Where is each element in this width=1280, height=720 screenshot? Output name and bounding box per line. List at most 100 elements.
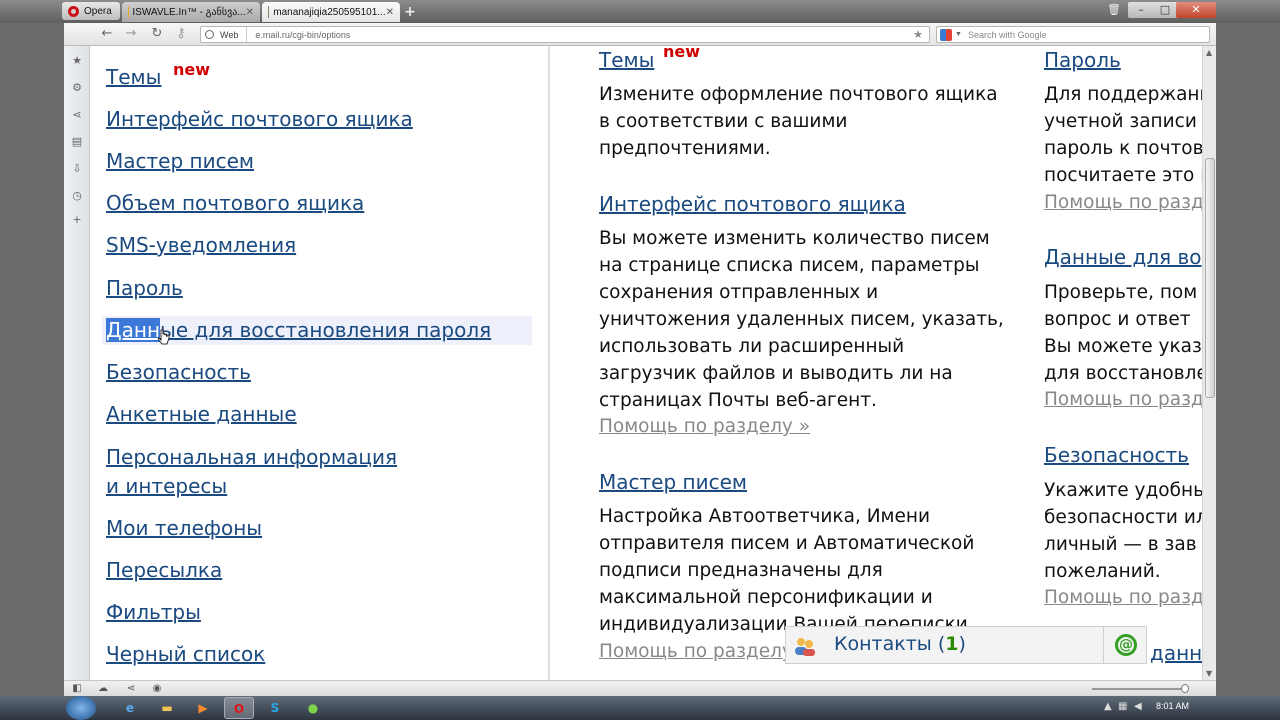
menu-item-label-line1: Персональная информация bbox=[106, 445, 397, 469]
navigation-bar: ← → ↻ ⚷ Web e.mail.ru/cgi-bin/options ★ … bbox=[64, 23, 1216, 46]
new-tab-button[interactable]: + bbox=[402, 4, 418, 20]
section-title-security[interactable]: Безопасность bbox=[1044, 441, 1189, 469]
maximize-button[interactable]: □ bbox=[1152, 2, 1178, 18]
browser-tab-iswavle[interactable]: ISWAVLE.In™ - განსვა... ✕ bbox=[122, 2, 260, 22]
menu-item-security[interactable]: Безопасность bbox=[106, 358, 251, 387]
menu-item-my-phones[interactable]: Мои телефоны bbox=[106, 514, 262, 543]
scroll-up-arrow-icon[interactable]: ▲ bbox=[1206, 48, 1212, 57]
web-badge[interactable]: Web bbox=[201, 27, 248, 42]
menu-item-themes[interactable]: Темы bbox=[106, 63, 161, 92]
web-badge-label: Web bbox=[220, 29, 239, 40]
menu-item-profile-data[interactable]: Анкетные данные bbox=[106, 400, 297, 429]
bookmark-star-icon[interactable]: ★ bbox=[913, 28, 923, 41]
downloads-icon[interactable]: ⇩ bbox=[70, 162, 84, 176]
menu-item-mailbox-interface[interactable]: Интерфейс почтового ящика bbox=[106, 105, 413, 134]
turbo-icon[interactable]: ◉ bbox=[150, 682, 164, 695]
tab-label: mananajiqia250595101... bbox=[273, 6, 386, 18]
start-button[interactable] bbox=[66, 696, 96, 720]
close-tab-icon[interactable]: ✕ bbox=[386, 7, 394, 18]
forward-arrow-icon[interactable]: → bbox=[122, 26, 140, 42]
menu-item-personal-info[interactable]: Персональная информация и интересы bbox=[106, 443, 397, 501]
help-link[interactable]: Помощь по разд bbox=[1044, 386, 1202, 413]
help-link[interactable]: Помощь по разд bbox=[1044, 189, 1202, 216]
menu-item-filters[interactable]: Фильтры bbox=[106, 598, 201, 627]
help-link[interactable]: Помощь по разд bbox=[1044, 584, 1202, 611]
reload-icon[interactable]: ↻ bbox=[148, 26, 166, 42]
menu-item-password[interactable]: Пароль bbox=[106, 274, 183, 303]
options-menu: Темы new Интерфейс почтового ящика Масте… bbox=[90, 46, 550, 680]
address-field[interactable]: Web e.mail.ru/cgi-bin/options ★ bbox=[200, 26, 930, 43]
menu-item-sms-notifications[interactable]: SMS-уведомления bbox=[106, 231, 296, 260]
tray-network-icon[interactable]: ▦ bbox=[1118, 701, 1127, 712]
cloud-icon[interactable]: ☁ bbox=[96, 682, 110, 695]
search-input[interactable]: ▼ Search with Google bbox=[936, 26, 1210, 43]
zoom-slider-thumb[interactable] bbox=[1181, 684, 1189, 693]
opera-menu-label: Opera bbox=[84, 5, 112, 17]
minimize-button[interactable]: – bbox=[1128, 2, 1154, 18]
scroll-down-arrow-icon[interactable]: ▼ bbox=[1206, 669, 1212, 678]
tray-volume-icon[interactable]: ◀ bbox=[1134, 701, 1142, 712]
section-title-themes[interactable]: Темы bbox=[599, 46, 654, 74]
section-description: Вы можете изменить количество писем на с… bbox=[599, 228, 1004, 411]
key-icon[interactable]: ⚷ bbox=[172, 26, 190, 42]
menu-item-forwarding[interactable]: Пересылка bbox=[106, 556, 222, 585]
close-window-button[interactable]: ✕ bbox=[1176, 2, 1216, 18]
add-panel-icon[interactable]: + bbox=[70, 213, 84, 227]
back-arrow-icon[interactable]: ← bbox=[98, 26, 116, 42]
contacts-widget[interactable]: Контакты (1) bbox=[785, 626, 1107, 664]
contacts-close-paren: ) bbox=[958, 633, 966, 655]
section-description: Проверьте, пом вопрос и ответ Вы можете … bbox=[1044, 282, 1202, 384]
menu-item-letter-wizard[interactable]: Мастер писем bbox=[106, 147, 254, 176]
mouse-pointer-icon bbox=[158, 329, 170, 345]
history-clock-icon[interactable]: ◷ bbox=[70, 189, 84, 203]
close-tab-icon[interactable]: ✕ bbox=[246, 7, 254, 18]
mail-agent-button[interactable]: @ bbox=[1103, 626, 1147, 664]
tray-clock[interactable]: 8:01 AM bbox=[1156, 701, 1189, 711]
section-title-recovery-data[interactable]: Данные для во bbox=[1044, 243, 1202, 271]
skype-icon[interactable]: S bbox=[260, 697, 290, 719]
contacts-label: Контакты (1) bbox=[834, 633, 966, 655]
help-link[interactable]: Помощь по разделу » bbox=[599, 413, 810, 440]
menu-item-blacklist[interactable]: Черный список bbox=[106, 640, 265, 669]
file-explorer-icon[interactable]: ▬ bbox=[152, 697, 182, 719]
url-text[interactable]: e.mail.ru/cgi-bin/options bbox=[247, 30, 350, 40]
notes-icon[interactable]: ▤ bbox=[70, 135, 84, 149]
vertical-scrollbar[interactable]: ▲ ▼ bbox=[1202, 46, 1216, 680]
section-description: Измените оформление почтового ящика в со… bbox=[599, 84, 998, 159]
menu-item-label-line2: и интересы bbox=[106, 474, 228, 498]
google-icon bbox=[940, 28, 952, 41]
share-icon[interactable]: ⋖ bbox=[70, 108, 84, 122]
panel-toggle-icon[interactable]: ◧ bbox=[70, 682, 84, 695]
zoom-slider[interactable] bbox=[1092, 688, 1184, 690]
mail-options-page: Темы new Интерфейс почтового ящика Масте… bbox=[90, 46, 1202, 680]
search-placeholder: Search with Google bbox=[967, 29, 1047, 40]
tab-label: ISWAVLE.In™ - განსვა... bbox=[132, 6, 246, 18]
scrollbar-thumb[interactable] bbox=[1205, 158, 1215, 398]
contacts-text: Контакты bbox=[834, 633, 932, 655]
menu-item-mailbox-size[interactable]: Объем почтового ящика bbox=[106, 189, 364, 218]
section-title-data[interactable]: данн bbox=[1150, 639, 1202, 667]
tray-arrow-icon[interactable]: ▲ bbox=[1104, 701, 1112, 712]
contacts-people-icon bbox=[795, 638, 815, 656]
browser-status-bar: ◧ ☁ ⋖ ◉ bbox=[64, 680, 1216, 696]
trash-icon[interactable]: 🗑 bbox=[1101, 2, 1127, 18]
browser-tab-bar: Opera ISWAVLE.In™ - განსვა... ✕ mananaji… bbox=[0, 0, 1280, 23]
internet-explorer-icon[interactable]: e bbox=[115, 697, 145, 719]
chevron-down-icon[interactable]: ▼ bbox=[955, 31, 962, 38]
globe-icon bbox=[205, 30, 214, 39]
bookmarks-star-icon[interactable]: ★ bbox=[70, 54, 84, 68]
app-icon[interactable]: ● bbox=[298, 697, 328, 719]
media-player-icon[interactable]: ▶ bbox=[188, 697, 218, 719]
at-sign-icon: @ bbox=[1115, 634, 1137, 656]
section-title-mailbox-interface[interactable]: Интерфейс почтового ящика bbox=[599, 190, 906, 218]
browser-tab-mail[interactable]: mananajiqia250595101... ✕ bbox=[262, 2, 400, 22]
gear-icon[interactable]: ⚙ bbox=[70, 81, 84, 95]
section-title-password[interactable]: Пароль bbox=[1044, 46, 1121, 74]
opera-taskbar-icon[interactable]: O bbox=[224, 697, 254, 719]
opera-menu-button[interactable]: Opera bbox=[62, 2, 120, 20]
section-title-letter-wizard[interactable]: Мастер писем bbox=[599, 468, 747, 496]
help-link[interactable]: Помощь по разделу » bbox=[599, 638, 810, 665]
unite-icon[interactable]: ⋖ bbox=[124, 682, 138, 695]
windows-taskbar: e ▬ ▶ O S ● ▲ ▦ ◀ 8:01 AM bbox=[0, 696, 1280, 720]
section-description: Укажите удобны безопасности ил личный — … bbox=[1044, 480, 1202, 582]
